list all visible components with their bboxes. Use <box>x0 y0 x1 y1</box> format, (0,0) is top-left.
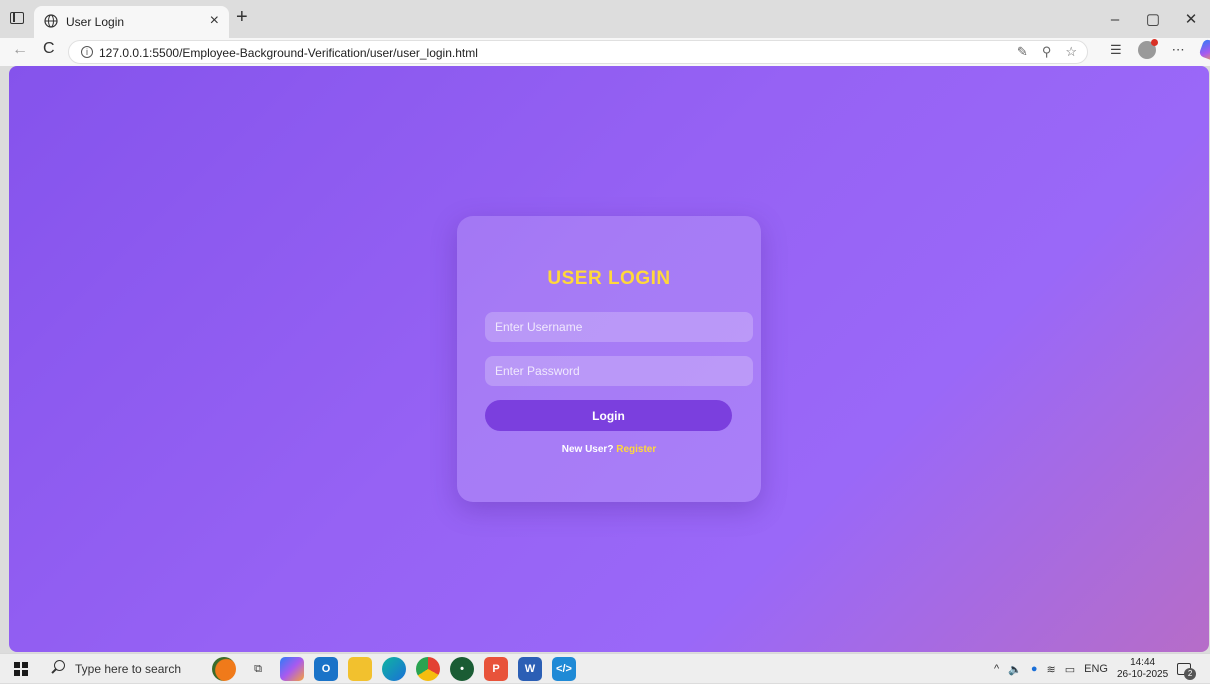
register-link[interactable]: Register <box>616 444 656 455</box>
postman-icon[interactable]: P <box>484 657 508 681</box>
close-window-button[interactable]: ✕ <box>1172 0 1210 38</box>
login-title: USER LOGIN <box>547 268 671 289</box>
browser-tab[interactable]: User Login × <box>34 6 229 38</box>
login-card: USER LOGIN Login New User? Register <box>457 216 761 502</box>
search-icon <box>54 660 65 671</box>
taskbar-search-placeholder: Type here to search <box>75 662 182 676</box>
favorite-star-icon[interactable]: ☆ <box>1065 44 1077 60</box>
notification-count: 2 <box>1184 668 1197 680</box>
clock-time: 14:44 <box>1130 657 1156 668</box>
username-input[interactable] <box>485 312 753 342</box>
notifications-icon[interactable]: 2 <box>1177 663 1197 680</box>
browser-tab-bar: User Login × + – ▢ ✕ <box>0 0 1210 38</box>
page-viewport: USER LOGIN Login New User? Register <box>9 66 1209 652</box>
favorites-icon[interactable]: ☰ <box>1110 42 1122 58</box>
mongodb-icon[interactable]: • <box>450 657 474 681</box>
tab-close-button[interactable]: × <box>210 12 219 30</box>
language-indicator[interactable]: ENG <box>1084 663 1108 675</box>
volume-icon[interactable]: 🔈 <box>1008 663 1022 676</box>
taskbar-search[interactable]: Type here to search <box>44 654 204 684</box>
new-tab-button[interactable]: + <box>236 6 248 29</box>
login-button[interactable]: Login <box>485 400 732 431</box>
zoom-icon[interactable]: ⚲ <box>1042 44 1052 60</box>
vscode-icon[interactable]: </> <box>552 657 576 681</box>
site-info-icon[interactable]: i <box>81 46 93 58</box>
chrome-icon[interactable] <box>416 657 440 681</box>
new-user-text: New User? <box>561 444 614 455</box>
window-controls: – ▢ ✕ <box>1096 0 1210 38</box>
battery-icon[interactable]: ▭ <box>1065 663 1075 676</box>
bluetooth-icon[interactable]: ● <box>1031 663 1038 675</box>
globe-icon <box>44 14 58 28</box>
tab-title: User Login <box>66 15 125 29</box>
copilot-app-icon[interactable] <box>280 657 304 681</box>
halloween-widget-icon[interactable] <box>212 657 236 681</box>
edge-icon[interactable] <box>382 657 406 681</box>
task-view-icon[interactable]: ⧉ <box>246 657 270 681</box>
copilot-icon[interactable] <box>1198 38 1210 62</box>
reload-button[interactable]: C <box>43 40 55 58</box>
register-prompt: New User? Register <box>457 444 761 455</box>
back-button[interactable]: ← <box>12 41 28 59</box>
windows-start-icon[interactable] <box>14 662 28 676</box>
read-aloud-icon[interactable]: ✎ <box>1017 44 1028 60</box>
password-input[interactable] <box>485 356 753 386</box>
url-text[interactable]: 127.0.0.1:5500/Employee-Background-Verif… <box>99 46 478 60</box>
maximize-button[interactable]: ▢ <box>1134 0 1172 38</box>
minimize-button[interactable]: – <box>1096 0 1134 38</box>
word-icon[interactable]: W <box>518 657 542 681</box>
browser-toolbar: ← C i 127.0.0.1:5500/Employee-Background… <box>0 38 1210 66</box>
wifi-icon[interactable]: ≋ <box>1047 663 1056 676</box>
more-options-icon[interactable]: ⋯ <box>1172 42 1185 58</box>
taskbar: Type here to search ⧉ O • P W </> ^ 🔈 ● … <box>0 653 1210 683</box>
clock-date: 26-10-2025 <box>1117 669 1169 680</box>
clock[interactable]: 14:44 26-10-2025 <box>1117 657 1168 681</box>
address-bar[interactable]: i 127.0.0.1:5500/Employee-Background-Ver… <box>68 40 1088 64</box>
profile-avatar[interactable] <box>1137 39 1158 59</box>
outlook-icon[interactable]: O <box>314 657 338 681</box>
show-hidden-icons[interactable]: ^ <box>994 663 999 675</box>
tab-actions-icon[interactable] <box>10 12 24 24</box>
file-explorer-icon[interactable] <box>348 657 372 681</box>
